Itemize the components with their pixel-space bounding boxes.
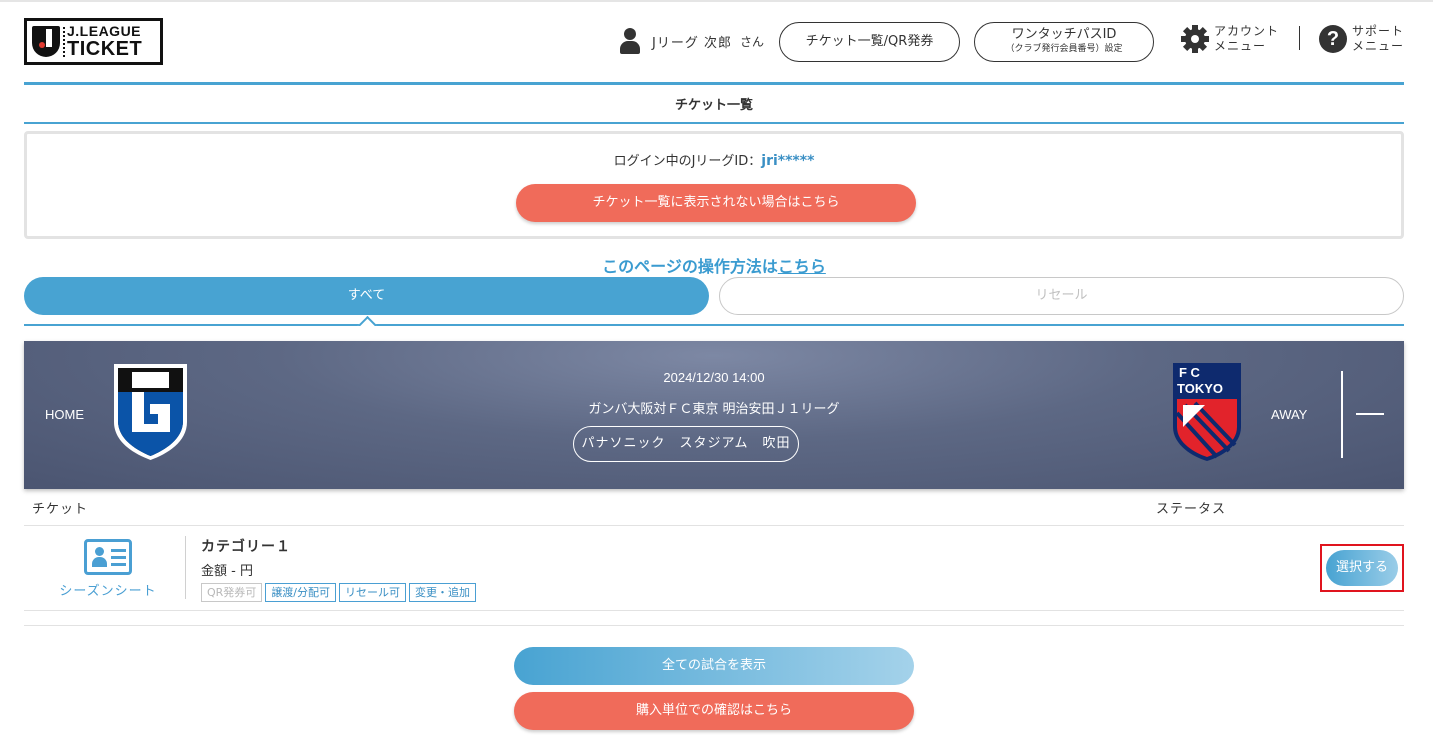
away-crest-text-mid: TOKYO <box>1177 381 1223 396</box>
user-name: Jリーグ 次郎 <box>652 35 732 51</box>
gear-icon <box>1181 25 1209 53</box>
page-title: チケット一覧 <box>674 98 753 113</box>
active-tab-indicator <box>357 316 377 326</box>
column-header-ticket: チケット <box>32 502 89 517</box>
jleague-ticket-logo[interactable]: J.LEAGUE TICKET <box>24 18 163 65</box>
ticket-price: 金額 - 円 <box>201 564 253 579</box>
tag-qr-issue: QR発券可 <box>201 583 263 602</box>
j-mark-icon <box>32 26 60 57</box>
howto-link[interactable]: こちら <box>778 257 826 276</box>
ticket-tags: QR発券可 譲渡/分配可 リセール可 変更・追加 <box>201 583 479 602</box>
ticket-list-qr-button[interactable]: チケット一覧/QR発券 <box>779 22 960 62</box>
tag-transfer: 譲渡/分配可 <box>265 583 337 602</box>
row-divider-bottom <box>24 610 1404 611</box>
onetouch-pass-id-button[interactable]: ワンタッチパスID （クラブ発行会員番号）設定 <box>974 22 1154 62</box>
howto-line: このページの操作方法はこちら <box>24 253 1404 277</box>
away-label: AWAY <box>1271 407 1308 422</box>
show-all-matches-button[interactable]: 全ての試合を表示 <box>514 647 914 685</box>
header-rule <box>24 82 1404 85</box>
title-rule <box>24 122 1404 124</box>
login-id-value: jri***** <box>761 153 815 169</box>
venue-badge: パナソニック スタジアム 吹田 <box>573 426 799 462</box>
select-ticket-button[interactable]: 選択する <box>1326 550 1398 586</box>
tag-resale: リセール可 <box>339 583 407 602</box>
user-suffix: さん <box>739 34 764 49</box>
login-id-label: ログイン中のJリーグID： <box>613 154 762 169</box>
logo-text-top: J.LEAGUE <box>67 23 142 39</box>
tab-resale[interactable]: リセール <box>719 277 1404 315</box>
login-info-box: ログイン中のJリーグID：jri***** チケット一覧に表示されない場合はこち… <box>24 131 1404 239</box>
list-divider <box>24 625 1404 626</box>
support-menu-button[interactable]: ? サポート メニュー <box>1319 24 1404 54</box>
column-header-status: ステータス <box>1156 502 1227 517</box>
logo-divider <box>63 27 65 57</box>
card-divider <box>1341 371 1343 458</box>
not-shown-help-button[interactable]: チケット一覧に表示されない場合はこちら <box>516 184 916 222</box>
onetouch-label: ワンタッチパスID <box>1011 27 1117 42</box>
user-info: Jリーグ 次郎 さん <box>620 28 764 54</box>
howto-text: このページの操作方法は <box>602 257 778 276</box>
select-highlight-frame: 選択する <box>1320 544 1404 592</box>
collapse-minus-icon[interactable] <box>1356 413 1384 415</box>
season-seat-card-icon <box>84 539 132 575</box>
account-menu-line2: メニュー <box>1214 39 1267 53</box>
logo-text-bottom: TICKET <box>67 38 143 60</box>
ticket-divider <box>185 536 186 599</box>
ticket-category: カテゴリー１ <box>201 539 291 555</box>
account-menu-button[interactable]: アカウント メニュー <box>1181 24 1279 54</box>
question-icon: ? <box>1319 25 1347 53</box>
tab-all[interactable]: すべて <box>24 277 709 315</box>
login-id-line: ログイン中のJリーグID：jri***** <box>27 150 1401 169</box>
person-icon <box>620 28 640 54</box>
fc-tokyo-crest-icon: F C TOKYO <box>1173 363 1241 461</box>
support-menu-line1: サポート <box>1352 24 1405 38</box>
tag-change-add: 変更・追加 <box>409 583 477 602</box>
top-border <box>0 0 1433 2</box>
ticket-type-label: シーズンシート <box>59 584 157 599</box>
support-menu-label: サポート メニュー <box>1352 24 1404 54</box>
purchase-unit-button[interactable]: 購入単位での確認はこちら <box>514 692 914 730</box>
support-menu-line2: メニュー <box>1352 39 1405 53</box>
match-card: HOME 2024/12/30 14:00 ガンバ大阪対ＦＣ東京 明治安田Ｊ１リ… <box>24 341 1404 489</box>
row-divider <box>24 525 1404 526</box>
header-divider <box>1299 26 1300 50</box>
away-crest-text-top: F C <box>1179 365 1201 380</box>
onetouch-sublabel: （クラブ発行会員番号）設定 <box>1005 44 1123 54</box>
tabs-rule <box>24 324 1404 326</box>
account-menu-label: アカウント メニュー <box>1214 24 1279 54</box>
account-menu-line1: アカウント <box>1214 24 1280 38</box>
